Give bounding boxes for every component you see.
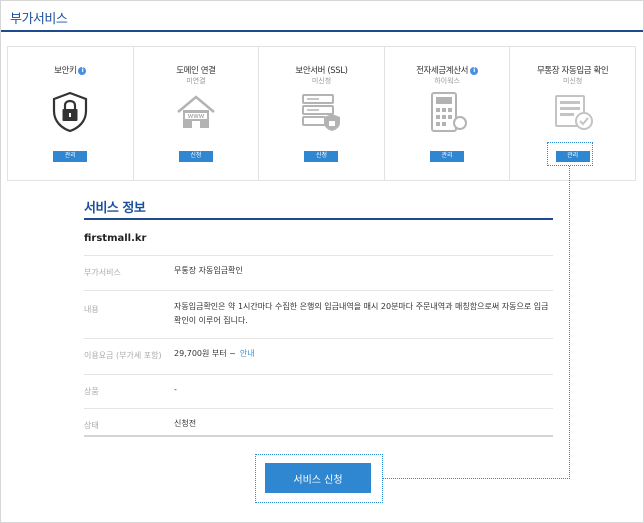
table-row: 내용 자동입금확인은 약 1시간마다 수집한 은행의 입금내역을 매시 20분마… [84, 290, 553, 338]
table-bottom-divider [84, 435, 553, 437]
table-row: 상품 - [84, 374, 553, 408]
service-info-table: 부가서비스 무통장 자동입금확인 내용 자동입금확인은 약 1시간마다 수집한 … [84, 255, 553, 440]
focus-highlight: 서비스 신청 [255, 454, 383, 503]
service-card-e-tax-invoice: 전자세금계산서 i 하이웍스 관리 [385, 47, 511, 180]
fee-guide-link[interactable]: 안내 [240, 349, 255, 358]
domain-name: firstmall.kr [84, 233, 147, 244]
card-title: 도메인 연결 [176, 66, 216, 76]
row-label: 상태 [84, 421, 99, 430]
title-divider [1, 30, 643, 32]
calculator-icon [431, 92, 468, 132]
row-value: 29,700원 부터 ~ [174, 349, 236, 358]
receipt-check-icon [554, 95, 593, 130]
card-subtitle: 하이웍스 [434, 77, 460, 85]
row-value: 무통장 자동입금확인 [174, 266, 243, 275]
apply-button[interactable]: 신청 [304, 151, 339, 162]
row-value: - [174, 385, 177, 394]
apply-button[interactable]: 신청 [178, 151, 213, 162]
manage-button[interactable]: 관리 [430, 151, 465, 162]
www-house-icon: WWW [177, 95, 215, 128]
service-card-security-key: 보안키 i 관리 [8, 47, 134, 180]
card-title: 전자세금계산서 [416, 66, 469, 76]
row-value: 자동입금확인은 약 1시간마다 수집한 은행의 입금내역을 매시 20분마다 주… [174, 302, 549, 325]
section-divider [84, 218, 553, 220]
card-subtitle: 미연결 [186, 77, 206, 85]
card-subtitle: 미신청 [563, 77, 583, 85]
card-subtitle: 미신청 [311, 77, 332, 85]
connector-line [569, 166, 570, 479]
connector-line [383, 478, 570, 479]
table-row: 부가서비스 무통장 자동입금확인 [84, 255, 553, 290]
table-row: 이용요금 (부가세 포함) 29,700원 부터 ~ 안내 [84, 338, 553, 374]
page-title: 부가서비스 [10, 12, 68, 27]
section-title: 서비스 정보 [84, 201, 146, 216]
lock-shield-icon [53, 91, 88, 133]
service-card-ssl: 보안서버 (SSL) 미신청 신청 [259, 47, 385, 180]
service-apply-button[interactable]: 서비스 신청 [265, 463, 371, 493]
addon-service-panel: 부가서비스 보안키 i 관리 도메인 연결 미연결 WWW 신청 보안서버 (S… [0, 0, 644, 523]
service-cards: 보안키 i 관리 도메인 연결 미연결 WWW 신청 보안서버 (SSL) 미신… [7, 46, 636, 181]
focus-highlight [547, 142, 593, 166]
svg-text:WWW: WWW [188, 114, 205, 120]
row-label: 내용 [84, 305, 99, 314]
card-title: 무통장 자동입금 확인 [536, 66, 609, 76]
row-label: 상품 [84, 387, 99, 396]
server-shield-icon [302, 94, 341, 131]
service-card-domain: 도메인 연결 미연결 WWW 신청 [134, 47, 260, 180]
row-label: 이용요금 (부가세 포함) [84, 351, 162, 360]
manage-button[interactable]: 관리 [53, 151, 88, 162]
card-title: 보안서버 (SSL) [295, 66, 348, 76]
row-label: 부가서비스 [84, 268, 121, 277]
card-title: 보안키 [54, 66, 77, 76]
row-value: 신청전 [174, 419, 197, 428]
info-icon[interactable]: i [78, 66, 87, 75]
info-icon[interactable]: i [470, 66, 479, 75]
